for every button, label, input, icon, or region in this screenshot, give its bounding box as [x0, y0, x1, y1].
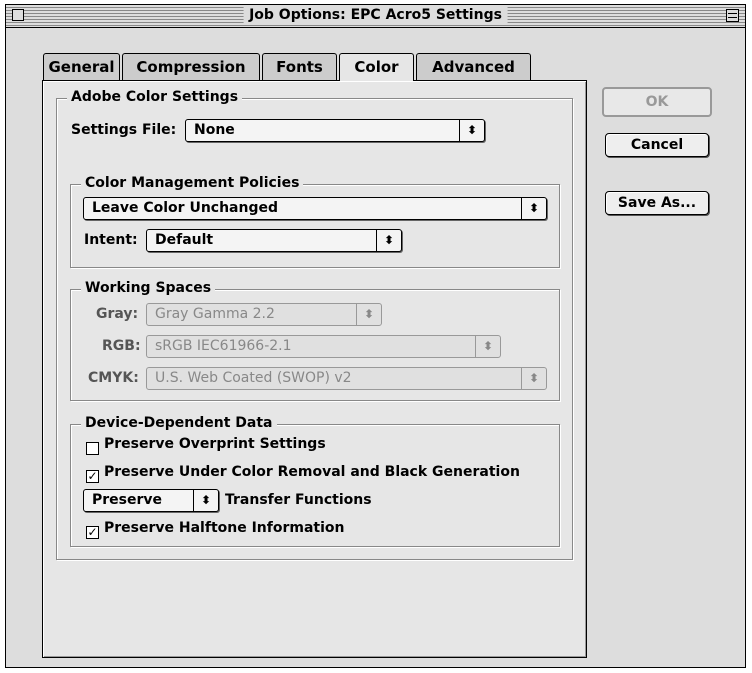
intent-popup[interactable]: Default ⬍	[146, 229, 402, 252]
title-bar[interactable]: Job Options: EPC Acro5 Settings	[6, 5, 745, 28]
color-tab-panel: Adobe Color Settings Settings File: None…	[42, 80, 587, 658]
popup-arrows-icon: ⬍	[521, 368, 546, 389]
gray-workspace-popup: Gray Gamma 2.2 ⬍	[146, 303, 382, 326]
gray-workspace-value: Gray Gamma 2.2	[155, 306, 275, 322]
settings-file-value: None	[194, 122, 235, 138]
rgb-label: RGB:	[102, 338, 141, 354]
cmyk-workspace-value: U.S. Web Coated (SWOP) v2	[155, 370, 352, 386]
cmyk-label: CMYK:	[88, 370, 139, 386]
intent-value: Default	[155, 232, 214, 248]
adobe-color-settings-title: Adobe Color Settings	[67, 88, 243, 106]
overprint-label[interactable]: Preserve Overprint Settings	[104, 433, 326, 455]
check-mark-icon: ✓	[87, 525, 98, 539]
tab-compression[interactable]: Compression	[122, 53, 260, 80]
transfer-functions-label: Transfer Functions	[225, 492, 372, 508]
tab-general[interactable]: General	[43, 53, 120, 80]
gray-label: Gray:	[96, 306, 139, 322]
popup-arrows-icon: ⬍	[459, 120, 484, 141]
popup-arrows-icon: ⬍	[475, 336, 500, 357]
color-management-policies-group: Color Management Policies Leave Color Un…	[70, 174, 560, 268]
rgb-workspace-popup: sRGB IEC61966-2.1 ⬍	[146, 335, 501, 358]
color-policy-value: Leave Color Unchanged	[92, 200, 278, 216]
check-mark-icon: ✓	[87, 469, 98, 483]
cmyk-workspace-popup: U.S. Web Coated (SWOP) v2 ⬍	[146, 367, 547, 390]
rgb-workspace-value: sRGB IEC61966-2.1	[155, 338, 292, 354]
tab-color[interactable]: Color	[339, 53, 414, 81]
working-spaces-title: Working Spaces	[81, 279, 216, 297]
popup-arrows-icon: ⬍	[521, 198, 546, 219]
ok-button[interactable]: OK	[602, 87, 712, 117]
intent-label: Intent:	[84, 232, 138, 248]
halftone-label[interactable]: Preserve Halftone Information	[104, 517, 345, 539]
overprint-checkbox[interactable]	[86, 442, 99, 455]
color-policy-popup[interactable]: Leave Color Unchanged ⬍	[83, 197, 547, 220]
collapse-box-icon[interactable]	[726, 9, 739, 22]
cancel-button[interactable]: Cancel	[605, 133, 709, 157]
device-dependent-data-group: Device-Dependent Data Preserve Overprint…	[70, 414, 560, 547]
ucr-checkbox[interactable]: ✓	[86, 470, 99, 483]
halftone-checkbox[interactable]: ✓	[86, 526, 99, 539]
device-dependent-data-title: Device-Dependent Data	[81, 414, 277, 432]
window-title: Job Options: EPC Acro5 Settings	[243, 6, 508, 25]
adobe-color-settings-group: Adobe Color Settings Settings File: None…	[56, 88, 573, 560]
tab-advanced[interactable]: Advanced	[416, 53, 531, 80]
tab-fonts[interactable]: Fonts	[262, 53, 337, 80]
color-management-policies-title: Color Management Policies	[81, 174, 304, 192]
save-as-button[interactable]: Save As...	[605, 191, 709, 215]
working-spaces-group: Working Spaces Gray: Gray Gamma 2.2 ⬍ RG…	[70, 279, 560, 401]
job-options-window: Job Options: EPC Acro5 Settings General …	[5, 4, 746, 668]
popup-arrows-icon: ⬍	[356, 304, 381, 325]
ucr-label[interactable]: Preserve Under Color Removal and Black G…	[104, 461, 520, 483]
transfer-functions-value: Preserve	[92, 492, 163, 508]
settings-file-popup[interactable]: None ⬍	[185, 119, 485, 142]
popup-arrows-icon: ⬍	[193, 490, 218, 511]
settings-file-label: Settings File:	[71, 122, 177, 138]
close-box-icon[interactable]	[12, 9, 24, 21]
transfer-functions-popup[interactable]: Preserve ⬍	[83, 489, 219, 512]
popup-arrows-icon: ⬍	[376, 230, 401, 251]
